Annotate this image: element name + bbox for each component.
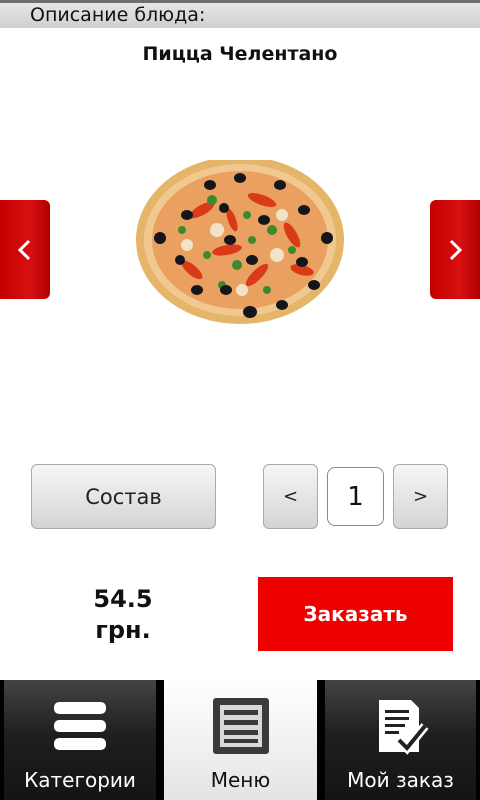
tab-label: Категории xyxy=(24,768,136,792)
price-value: 54.5 xyxy=(93,585,153,613)
dish-price: 54.5 грн. xyxy=(60,584,186,646)
chevron-left-icon xyxy=(17,239,31,260)
menu-list-icon xyxy=(212,698,269,754)
increase-quantity-button[interactable]: > xyxy=(393,464,448,529)
tab-label: Мой заказ xyxy=(347,768,454,792)
tab-menu[interactable]: Меню xyxy=(164,680,317,800)
screen-title: Описание блюда: xyxy=(0,0,480,28)
bottom-tab-bar: Категории Меню Мой заказ xyxy=(0,680,480,800)
pizza-image xyxy=(136,160,344,324)
composition-button[interactable]: Состав xyxy=(31,464,216,529)
hamburger-icon xyxy=(54,702,106,750)
decrease-quantity-button[interactable]: < xyxy=(263,464,318,529)
dish-details-screen: Описание блюда: Пицца Челентано Состав <… xyxy=(0,0,480,800)
price-currency: грн. xyxy=(95,616,151,644)
previous-dish-button[interactable] xyxy=(0,200,50,299)
chevron-right-icon xyxy=(449,239,463,260)
order-button[interactable]: Заказать xyxy=(258,577,453,651)
dish-name: Пицца Челентано xyxy=(142,43,338,65)
tab-my-order[interactable]: Мой заказ xyxy=(325,680,476,800)
next-dish-button[interactable] xyxy=(430,200,480,299)
tab-label: Меню xyxy=(210,768,271,792)
tab-categories[interactable]: Категории xyxy=(4,680,156,800)
quantity-input[interactable] xyxy=(327,467,384,526)
order-checklist-icon xyxy=(378,700,428,755)
